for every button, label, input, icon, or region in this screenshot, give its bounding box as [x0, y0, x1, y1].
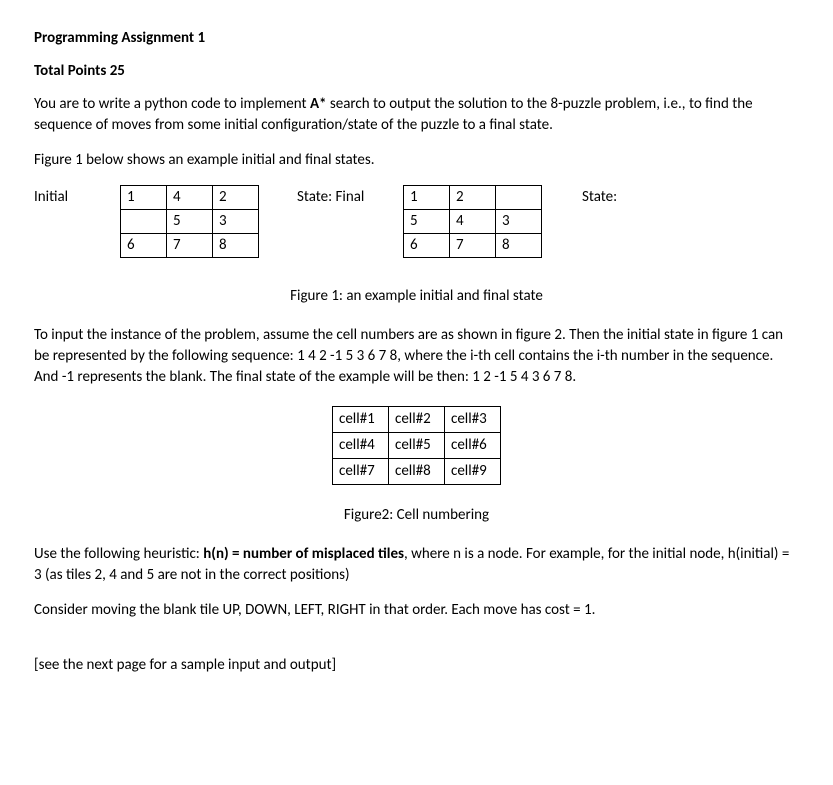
final-cell	[496, 186, 542, 210]
cell-label: cell#5	[389, 433, 445, 459]
initial-cell: 5	[167, 210, 213, 234]
final-cell: 4	[450, 210, 496, 234]
heuristic-bold: h(n) = number of misplaced tiles	[203, 545, 404, 563]
initial-cell: 7	[167, 234, 213, 258]
final-cell: 1	[404, 186, 450, 210]
intro-paragraph-2: Figure 1 below shows an example initial …	[34, 150, 799, 171]
initial-cell: 3	[213, 210, 259, 234]
initial-cell: 6	[121, 234, 167, 258]
heuristic-paragraph: Use the following heuristic: h(n) = numb…	[34, 544, 799, 586]
cell-label: cell#4	[333, 433, 389, 459]
heuristic-pre: Use the following heuristic:	[34, 545, 203, 563]
figure1-caption: Figure 1: an example initial and final s…	[34, 286, 799, 307]
figure2-caption: Figure2: Cell numbering	[34, 505, 799, 526]
initial-cell: 8	[213, 234, 259, 258]
move-order-paragraph: Consider moving the blank tile UP, DOWN,…	[34, 600, 799, 621]
cell-label: cell#7	[333, 459, 389, 485]
label-state: State:	[542, 185, 617, 208]
cell-label: cell#8	[389, 459, 445, 485]
initial-cell: 1	[121, 186, 167, 210]
total-points: Total Points 25	[34, 61, 799, 82]
cell-numbering-grid: cell#1 cell#2 cell#3 cell#4 cell#5 cell#…	[332, 406, 501, 485]
intro-bold-astar: A*	[310, 95, 327, 113]
final-state-grid: 1 2 5 4 3 6 7 8	[403, 185, 542, 258]
final-cell: 6	[404, 234, 450, 258]
label-state-final: State: Final	[259, 185, 403, 208]
cell-label: cell#6	[445, 433, 501, 459]
figure1-row: Initial 1 4 2 5 3 6 7 8 State: Final 1 2…	[34, 185, 799, 258]
cell-label: cell#2	[389, 407, 445, 433]
initial-cell: 4	[167, 186, 213, 210]
label-initial: Initial	[34, 185, 120, 208]
cell-label: cell#9	[445, 459, 501, 485]
initial-state-grid: 1 4 2 5 3 6 7 8	[120, 185, 259, 258]
next-page-note: [see the next page for a sample input an…	[34, 655, 799, 676]
final-cell: 5	[404, 210, 450, 234]
cell-label: cell#1	[333, 407, 389, 433]
assignment-title: Programming Assignment 1	[34, 28, 799, 49]
cell-label: cell#3	[445, 407, 501, 433]
final-cell: 3	[496, 210, 542, 234]
initial-cell	[121, 210, 167, 234]
final-cell: 8	[496, 234, 542, 258]
intro-pre: You are to write a python code to implem…	[34, 95, 310, 113]
initial-cell: 2	[213, 186, 259, 210]
final-cell: 7	[450, 234, 496, 258]
intro-paragraph-1: You are to write a python code to implem…	[34, 94, 799, 136]
input-representation-paragraph: To input the instance of the problem, as…	[34, 325, 799, 388]
final-cell: 2	[450, 186, 496, 210]
